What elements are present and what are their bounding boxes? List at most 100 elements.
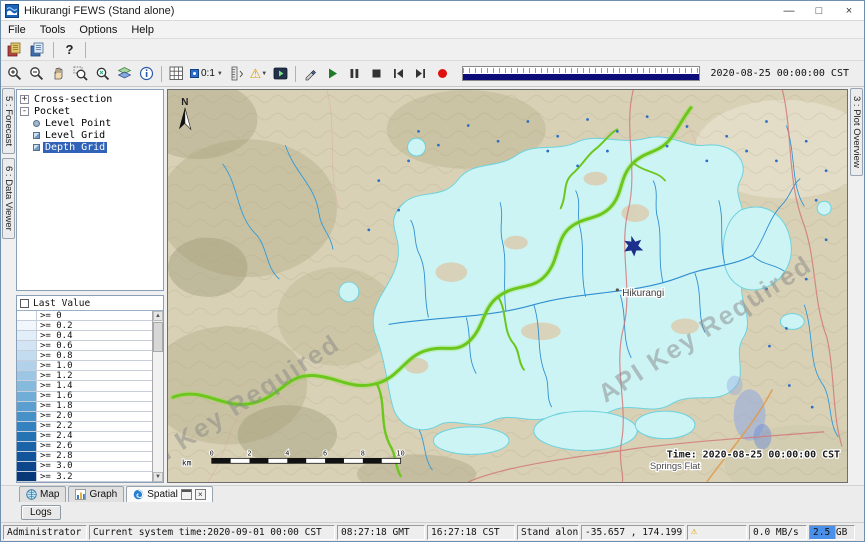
menu-tools[interactable]: Tools [33,21,73,38]
legend-color-swatch [17,432,37,441]
tree-expander-icon[interactable]: + [20,95,29,104]
log-browser-icon[interactable] [4,39,25,60]
legend-threshold-label: >= 0 [37,311,65,320]
scroll-down-icon[interactable]: ▼ [153,472,163,482]
status-warning-cell[interactable]: ⚠ [687,525,747,540]
interval-dropdown[interactable]: 0:1 ▼ [188,68,225,79]
legend-color-swatch [17,341,37,350]
north-label: N [181,97,188,108]
info-button[interactable] [136,63,157,84]
interval-label: 0:1 [201,68,215,79]
legend-color-swatch [17,462,37,471]
legend-main: >= 0>= 0.2>= 0.4>= 0.6>= 0.8>= 1.0>= 1.2… [17,311,163,482]
tab-graph-label: Graph [89,489,117,500]
logs-row: Logs [1,502,864,522]
legend-threshold-label: >= 1.8 [37,402,76,411]
legend-color-swatch [17,371,37,380]
tab-graph[interactable]: Graph [68,486,124,502]
grid-display-button[interactable] [166,63,187,84]
menu-help[interactable]: Help [124,21,161,38]
step-backward-button[interactable] [388,63,409,84]
tab-forecast[interactable]: 5 : Forecast [2,88,15,154]
step-forward-button[interactable] [410,63,431,84]
tree-item[interactable]: +Cross-section [17,93,163,105]
tree-expander-icon[interactable]: - [20,107,29,116]
warning-threshold-dropdown[interactable]: ⚠▼ [248,63,269,84]
animation-display-button[interactable] [270,63,291,84]
legend-row: >= 1.4 [17,381,152,391]
last-value-checkbox[interactable] [20,299,29,308]
scrollbar-thumb[interactable] [153,322,163,352]
maximize-panel-button[interactable] [181,489,192,500]
legend-scrollbar[interactable]: ▲ ▼ [152,311,163,482]
legend-color-swatch [17,452,37,461]
stop-button[interactable] [366,63,387,84]
zoom-window-button[interactable] [70,63,91,84]
timeline-slider[interactable] [462,66,700,81]
zoom-extent-button[interactable] [92,63,113,84]
legend-row: >= 1.0 [17,361,152,371]
legend-row: >= 1.6 [17,392,152,402]
layers-button[interactable] [114,63,135,84]
status-gmt-time: 08:27:18 GMT [337,525,425,540]
legend-row: >= 0.8 [17,351,152,361]
tree-item[interactable]: -Pocket [17,105,163,117]
logs-button[interactable]: Logs [21,505,61,520]
record-button[interactable] [432,63,453,84]
tab-plot-overview[interactable]: 3 : Plot Overview [850,88,863,176]
legend-color-swatch [17,472,37,481]
svg-text:4: 4 [285,449,289,457]
pan-button[interactable] [48,63,69,84]
tab-spatial-label: Spatial [147,489,178,500]
town-label-springs-flat: Springs Flat [650,460,701,471]
status-local-time: 16:27:18 CST [427,525,515,540]
menu-options[interactable]: Options [72,21,124,38]
last-value-label: Last Value [33,298,90,309]
map-canvas[interactable]: API Key Required API Key Required Hikura… [167,89,848,483]
legend-color-swatch [17,361,37,370]
legend-row: >= 2.8 [17,452,152,462]
tree-item[interactable]: Depth Grid [17,141,163,153]
legend-color-swatch [17,331,37,340]
left-tab-strip: 5 : Forecast 6 : Data Viewer [1,87,16,485]
toolbar-separator [295,66,296,82]
legend-threshold-label: >= 0.6 [37,341,76,350]
tree-item[interactable]: Level Grid [17,129,163,141]
svg-text:10: 10 [396,449,404,457]
legend-row: >= 0.2 [17,321,152,331]
zoom-in-button[interactable] [4,63,25,84]
profile-scale-dropdown[interactable] [226,63,247,84]
legend-row: >= 1.2 [17,371,152,381]
play-button[interactable] [322,63,343,84]
status-memory-gauge: 2.5 GB [809,525,855,540]
legend-threshold-label: >= 0.4 [37,331,76,340]
map-time-label: Time: 2020-08-25 00:00:00 CST [667,448,840,460]
tree-item[interactable]: Level Point [17,117,163,129]
minimize-button[interactable]: — [774,1,804,20]
status-coordinates: -35.657 , 174.199 [581,525,685,540]
tab-spatial[interactable]: Spatial × [126,486,213,502]
legend-threshold-label: >= 3.0 [37,462,76,471]
tab-map[interactable]: Map [19,486,66,502]
legend-threshold-label: >= 2.6 [37,442,76,451]
legend-color-swatch [17,442,37,451]
tab-data-viewer[interactable]: 6 : Data Viewer [2,158,15,239]
legend-row: >= 3.2 [17,472,152,482]
scroll-up-icon[interactable]: ▲ [153,311,163,321]
scrollbar-track[interactable] [153,321,163,472]
maximize-button[interactable]: □ [804,1,834,20]
point-icon [33,120,40,127]
close-button[interactable]: × [834,1,864,20]
menu-file[interactable]: File [1,21,33,38]
locate-tool-button[interactable] [300,63,321,84]
close-panel-button[interactable]: × [195,489,206,500]
pause-button[interactable] [344,63,365,84]
help-button[interactable]: ? [59,39,80,60]
status-system-time: Current system time:2020-09-01 00:00 CST [89,525,335,540]
town-label-hikurangi: Hikurangi [622,288,664,299]
database-viewer-icon[interactable] [27,39,48,60]
legend-threshold-label: >= 0.2 [37,321,76,330]
zoom-out-button[interactable] [26,63,47,84]
left-panel: +Cross-section-PocketLevel PointLevel Gr… [16,87,166,485]
main-content: 5 : Forecast 6 : Data Viewer +Cross-sect… [1,87,864,485]
